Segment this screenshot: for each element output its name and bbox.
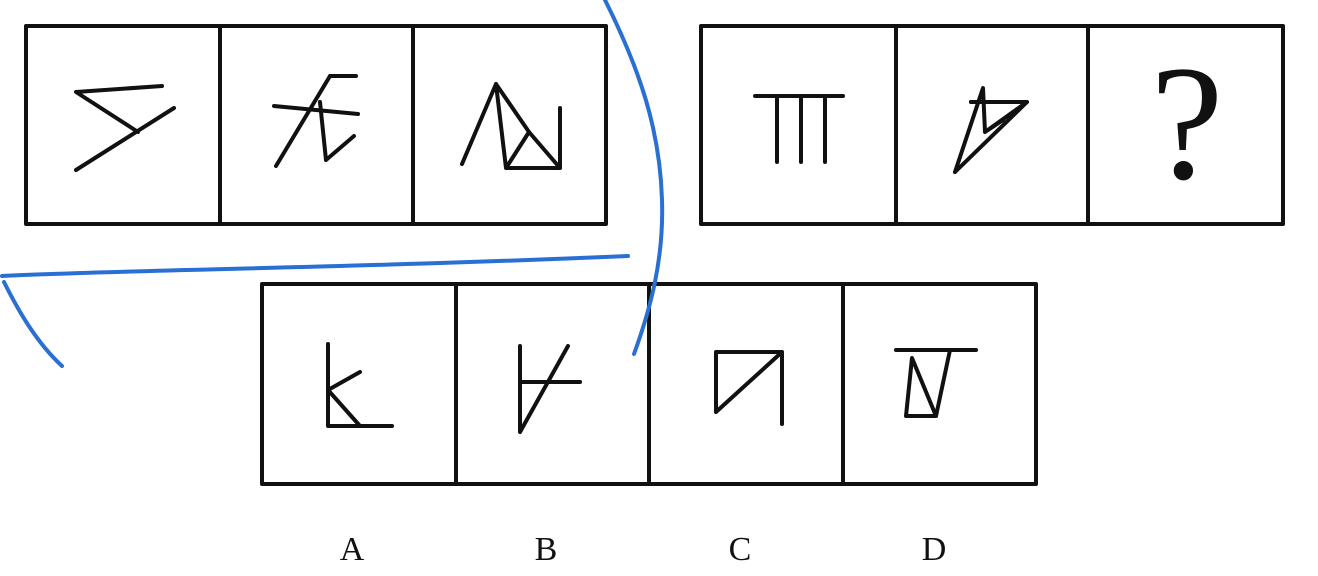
sequence-2-row: ? (699, 24, 1285, 226)
option-label-b[interactable]: B (516, 530, 576, 570)
sequence-1-border (24, 24, 608, 226)
annotation-left-hook (2, 280, 64, 368)
option-d-figure (894, 348, 978, 418)
sequence-1-row (24, 24, 608, 226)
figure-1-2 (272, 74, 360, 168)
annotation-underline (0, 254, 630, 278)
option-label-a[interactable]: A (322, 530, 382, 570)
figure-2-2 (953, 86, 1029, 174)
option-label-c[interactable]: C (710, 530, 770, 570)
figure-2-1 (753, 94, 845, 164)
options-row (260, 282, 1038, 486)
figure-1-1 (74, 84, 176, 172)
figure-1-3 (460, 82, 562, 170)
option-label-d[interactable]: D (904, 530, 964, 570)
option-c-figure (714, 350, 784, 426)
option-b-figure (518, 344, 582, 434)
question-mark: ? (1150, 33, 1224, 214)
option-a-figure (326, 342, 394, 428)
